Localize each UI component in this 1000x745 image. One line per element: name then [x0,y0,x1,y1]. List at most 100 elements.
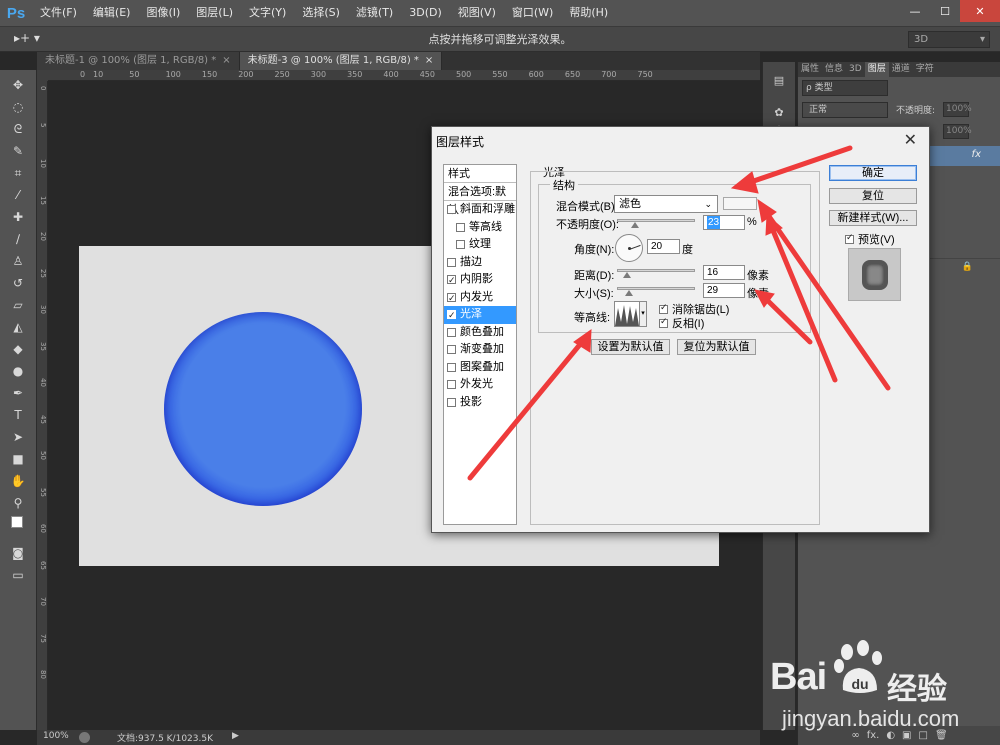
checkbox-icon[interactable] [447,272,456,290]
zoom-level[interactable]: 100% [43,731,69,741]
set-default-button[interactable]: 设置为默认值 [591,339,670,355]
size-slider-thumb[interactable] [625,290,633,296]
lasso-tool-icon[interactable]: ᘓ [9,120,27,138]
history-brush-tool-icon[interactable]: ↺ [9,274,27,292]
workspace-select[interactable]: 3D [908,31,990,48]
style-item[interactable]: 投影 [444,394,516,412]
checkbox-icon[interactable] [447,257,456,267]
fx-icon[interactable]: fx [972,149,981,160]
foreground-color-icon[interactable] [11,516,23,528]
layer-filter-select[interactable]: ρ 类型 [802,80,888,96]
color-swatches-icon[interactable] [9,516,29,534]
checkbox-icon[interactable] [447,380,456,390]
screen-mode-icon[interactable]: ▭ [9,566,27,584]
menu-item[interactable]: 3D(D) [401,0,450,26]
type-tool-icon[interactable]: T [9,406,27,424]
paint-bucket-tool-icon[interactable]: ◭ [9,318,27,336]
menu-item[interactable]: 编辑(E) [85,0,139,26]
history-panel-icon[interactable]: ▤ [771,72,787,88]
style-item[interactable]: 外发光 [444,376,516,394]
menu-item[interactable]: 图像(I) [138,0,188,26]
tab-document-3[interactable]: 未标题-3 @ 100% (图层 1, RGB/8) * × [239,52,443,70]
clone-stamp-tool-icon[interactable]: ♙ [9,252,27,270]
layer-fill-field[interactable]: 100% [943,124,972,139]
style-item[interactable]: 纹理 [444,236,516,254]
pen-tool-icon[interactable]: ✒ [9,384,27,402]
quick-select-tool-icon[interactable]: ✎ [9,142,27,160]
reset-button[interactable]: 复位 [829,188,917,204]
blue-circle-layer[interactable] [164,312,362,506]
checkbox-icon[interactable] [447,327,456,337]
tab-document-1[interactable]: 未标题-1 @ 100% (图层 1, RGB/8) * × [37,52,240,70]
size-field[interactable]: 29 [703,283,745,298]
reset-default-button[interactable]: 复位为默认值 [677,339,756,355]
style-item[interactable]: 光泽 [444,306,516,325]
style-item[interactable]: 描边 [444,254,516,272]
menu-item[interactable]: 滤镜(T) [348,0,401,26]
layer-blend-mode-select[interactable]: 正常 [802,102,888,118]
move-tool-icon[interactable]: ✥ [9,76,27,94]
dialog-close-icon[interactable]: ✕ [904,130,917,150]
style-item[interactable]: 内发光 [444,289,516,307]
satin-color-swatch[interactable] [723,197,757,210]
close-tab-icon[interactable]: × [222,55,230,66]
new-style-button[interactable]: 新建样式(W)... [829,210,917,226]
panel-tab[interactable]: 信息 [822,62,846,77]
eyedropper-tool-icon[interactable]: ⁄ [9,186,27,204]
dodge-tool-icon[interactable]: ● [9,362,27,380]
invert-checkbox[interactable]: 反相(I) [659,315,704,331]
marquee-tool-icon[interactable]: ◌ [9,98,27,116]
close-window-button[interactable]: ✕ [960,0,1000,22]
close-tab-icon[interactable]: × [425,55,433,66]
styles-header[interactable]: 样式 [444,165,516,183]
opacity-slider-track[interactable] [617,219,695,222]
quick-mask-icon[interactable]: ◙ [9,544,27,562]
healing-brush-tool-icon[interactable]: ✚ [9,208,27,226]
eraser-tool-icon[interactable]: ▱ [9,296,27,314]
crop-tool-icon[interactable]: ⌗ [9,164,27,182]
menu-item[interactable]: 窗口(W) [504,0,561,26]
menu-item[interactable]: 选择(S) [294,0,348,26]
menu-item[interactable]: 视图(V) [450,0,504,26]
maximize-button[interactable]: ☐ [930,0,960,22]
status-menu-arrow-icon[interactable]: ▶ [232,731,239,741]
checkbox-icon[interactable] [456,222,465,232]
rectangle-tool-icon[interactable]: ■ [9,450,27,468]
checkbox-icon[interactable] [447,307,456,325]
style-item[interactable]: 等高线 [444,219,516,237]
checkbox-icon[interactable] [456,240,465,250]
checkbox-icon[interactable] [447,362,456,372]
menu-item[interactable]: 文件(F) [32,0,85,26]
panel-tab[interactable]: 3D [846,62,865,77]
angle-field[interactable]: 20 [647,239,680,254]
tool-presets-icon[interactable]: ✿ [771,104,787,120]
distance-field[interactable]: 16 [703,265,745,280]
preview-checkbox[interactable]: 预览(V) [845,231,895,247]
blur-tool-icon[interactable]: ◆ [9,340,27,358]
satin-blend-mode-select[interactable]: 滤色 ⌄ [614,195,718,213]
panel-tab[interactable]: 属性 [798,62,822,77]
opacity-field[interactable]: 23 [703,215,745,230]
opacity-slider-thumb[interactable] [630,222,639,228]
ok-button[interactable]: 确定 [829,165,917,181]
style-item[interactable]: 颜色叠加 [444,324,516,342]
menu-item[interactable]: 帮助(H) [561,0,616,26]
checkbox-icon[interactable] [447,345,456,355]
checkbox-icon[interactable] [447,397,456,407]
menu-item[interactable]: 图层(L) [188,0,241,26]
zoom-tool-icon[interactable]: ⚲ [9,494,27,512]
brush-tool-icon[interactable]: ∕ [9,230,27,248]
distance-slider-thumb[interactable] [623,272,631,278]
style-item[interactable]: 图案叠加 [444,359,516,377]
hand-tool-icon[interactable]: ✋ [9,472,27,490]
style-item[interactable]: 内阴影 [444,271,516,290]
contour-dropdown-icon[interactable]: ▾ [639,301,647,327]
panel-tab[interactable]: 通道 [889,62,913,77]
menu-item[interactable]: 文字(Y) [241,0,294,26]
checkbox-icon[interactable] [447,205,456,215]
angle-dial[interactable] [615,234,643,262]
style-item[interactable]: 渐变叠加 [444,341,516,359]
checkbox-icon[interactable] [447,290,456,307]
panel-tab[interactable]: 字符 [913,62,937,77]
layer-opacity-field[interactable]: 100% [943,102,972,117]
